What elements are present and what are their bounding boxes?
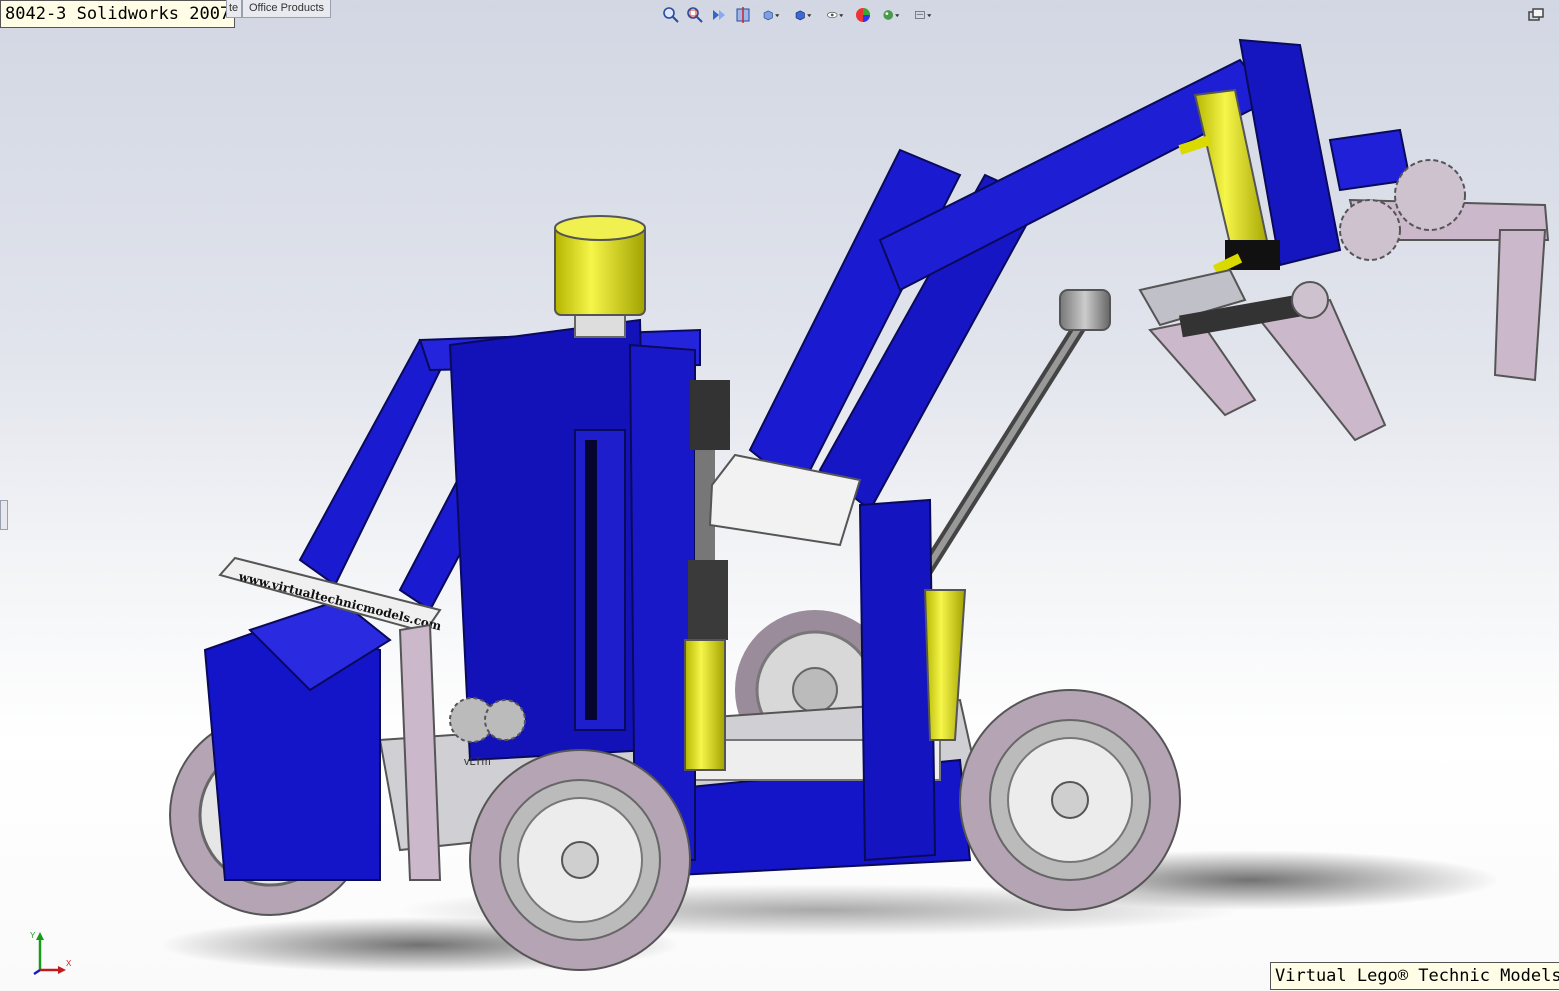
display-style-icon xyxy=(795,10,812,21)
wheel-front-left xyxy=(469,749,691,971)
previous-view-icon xyxy=(713,10,725,20)
panel-collapse-handle[interactable] xyxy=(0,500,8,530)
lego-technic-model[interactable]: www.virtualtechnicmodels.com vLTm xyxy=(0,0,1559,991)
edit-appearance-button[interactable] xyxy=(852,4,874,26)
tab-office-products[interactable]: Office Products xyxy=(242,0,331,18)
apply-scene-icon xyxy=(883,10,900,20)
triad-y-label: Y xyxy=(30,931,36,940)
yellow-turntable xyxy=(554,215,646,338)
hide-show-items-button[interactable] xyxy=(820,4,850,26)
zoom-to-area-button[interactable] xyxy=(684,4,706,26)
view-settings-button[interactable] xyxy=(908,4,938,26)
shock-absorber xyxy=(684,380,730,771)
wheel-front-right xyxy=(959,689,1181,911)
watermark-label: Virtual Lego® Technic Models xyxy=(1270,962,1559,990)
part-mark: vLTm xyxy=(464,756,491,768)
view-orientation-icon xyxy=(763,10,780,21)
previous-view-button[interactable] xyxy=(708,4,730,26)
edit-appearance-icon xyxy=(856,8,870,22)
section-view-button[interactable] xyxy=(732,4,754,26)
left-frame xyxy=(203,598,392,881)
restore-window-icon[interactable] xyxy=(1527,8,1547,22)
reference-triad: Y X xyxy=(30,931,72,976)
triad-x-label: X xyxy=(66,959,72,968)
view-settings-icon xyxy=(915,11,932,19)
view-toolbar xyxy=(660,3,938,27)
grabber-claw xyxy=(1138,159,1550,442)
zoom-to-area-icon xyxy=(687,7,703,23)
section-view-icon xyxy=(736,7,750,23)
hide-show-items-icon xyxy=(827,11,844,19)
zoom-to-fit-icon xyxy=(663,7,679,23)
view-orientation-button[interactable] xyxy=(756,4,786,26)
tab-partial[interactable]: te xyxy=(226,0,242,18)
boom-arm xyxy=(748,38,1412,512)
tab-bar: te Office Products xyxy=(226,0,331,19)
graphics-area[interactable]: www.virtualtechnicmodels.com vLTm 8042-3… xyxy=(0,0,1559,991)
display-style-button[interactable] xyxy=(788,4,818,26)
apply-scene-button[interactable] xyxy=(876,4,906,26)
window-title: 8042-3 Solidworks 2007 xyxy=(0,0,236,28)
zoom-to-fit-button[interactable] xyxy=(660,4,682,26)
